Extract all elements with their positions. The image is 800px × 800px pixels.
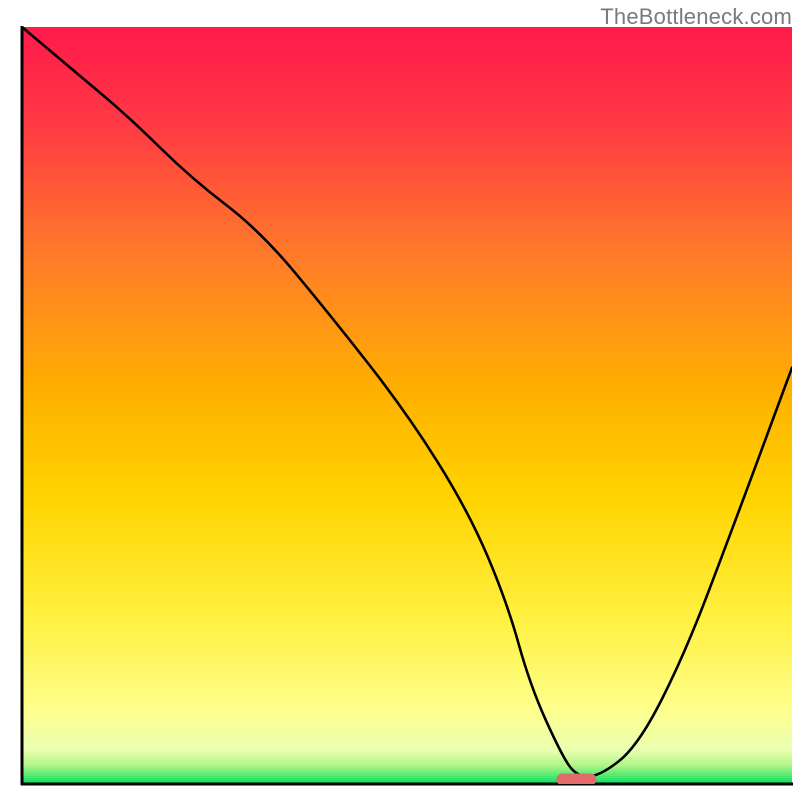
bottleneck-chart: [0, 0, 800, 800]
marker-layer: [556, 773, 596, 785]
optimal-marker: [556, 773, 596, 785]
chart-container: TheBottleneck.com: [0, 0, 800, 800]
watermark-text: TheBottleneck.com: [600, 4, 792, 30]
